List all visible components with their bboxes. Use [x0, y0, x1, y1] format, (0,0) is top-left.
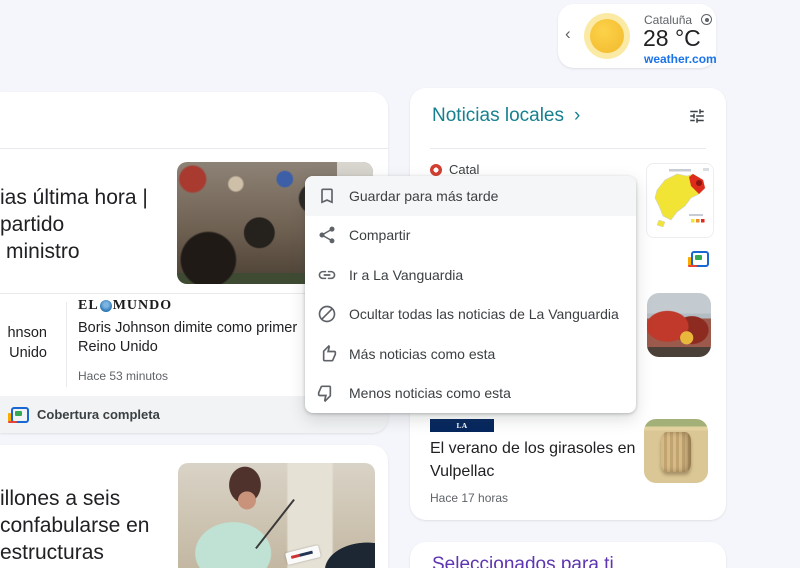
article-thumbnail-speaker[interactable]	[178, 463, 375, 568]
divider	[0, 148, 388, 149]
selected-for-you-card: Seleccionados para ti	[410, 542, 726, 568]
divider	[430, 148, 706, 149]
source-fragment: Catal	[449, 162, 480, 177]
article-thumbnail-haybale[interactable]	[644, 419, 708, 483]
link-icon	[318, 270, 336, 279]
sun-icon	[584, 13, 630, 59]
headline-fragment[interactable]: ministro	[6, 238, 80, 265]
globe-icon	[99, 300, 112, 312]
headline-fragment[interactable]: confabularse en	[0, 512, 149, 539]
microphone-flag-shape	[285, 545, 321, 565]
full-coverage-icon	[8, 407, 29, 423]
weather-source-link[interactable]: weather.com	[644, 52, 717, 66]
local-article-headline[interactable]: El verano de los girasoles en Vulpellac	[430, 437, 635, 483]
tune-icon[interactable]	[688, 107, 706, 125]
related-article-headline[interactable]: Boris Johnson dimite como primer Reino U…	[78, 319, 297, 357]
weather-temperature: 28 °C	[643, 25, 701, 51]
thumb-down-icon	[317, 385, 332, 403]
source-favicon	[430, 163, 442, 176]
block-icon	[318, 305, 336, 323]
hidden-news-source-row[interactable]: Catal	[430, 162, 479, 177]
menu-item-hide-source[interactable]: Ocultar todas las noticias de La Vanguar…	[305, 295, 636, 335]
article-timestamp: Hace 53 minutos	[78, 369, 169, 383]
weather-widget[interactable]: ‹ Cataluña 28 °C weather.com	[558, 4, 717, 68]
weather-prev-button[interactable]: ‹	[565, 24, 571, 44]
elmundo-logo: EL MUNDO	[78, 298, 173, 313]
full-coverage-label: Cobertura completa	[37, 407, 160, 422]
hay-bale-shape	[661, 432, 691, 472]
full-coverage-icon[interactable]	[688, 251, 709, 267]
headline-fragment[interactable]: partido	[0, 211, 64, 238]
bookmark-icon	[321, 188, 333, 204]
article-thumbnail-map[interactable]	[646, 163, 714, 238]
related-article-fragment[interactable]: hnson Unido	[0, 323, 47, 363]
google-news-page: ‹ Cataluña 28 °C weather.com ias última …	[0, 0, 800, 568]
my-location-icon[interactable]	[701, 14, 712, 25]
menu-item-share[interactable]: Compartir	[305, 216, 636, 256]
local-news-header[interactable]: Noticias locales ›	[432, 105, 580, 127]
lavanguardia-logo: LA VANGUARDIA	[430, 419, 494, 443]
article-thumbnail-truck[interactable]	[647, 293, 711, 357]
headlines-card-2: illones a seis confabularse en estructur…	[0, 445, 388, 568]
selected-for-you-header[interactable]: Seleccionados para ti	[432, 554, 614, 568]
menu-item-save[interactable]: Guardar para más tarde	[305, 176, 636, 216]
article-context-menu: Guardar para más tarde Compartir Ir a La…	[305, 176, 636, 413]
divider	[66, 302, 67, 387]
menu-item-more-like-this[interactable]: Más noticias como esta	[305, 334, 636, 374]
share-icon	[319, 226, 335, 244]
menu-item-goto-source[interactable]: Ir a La Vanguardia	[305, 255, 636, 295]
article-timestamp: Hace 17 horas	[430, 491, 509, 505]
thumb-up-icon	[322, 344, 337, 362]
chevron-right-icon: ›	[574, 105, 581, 126]
headline-fragment[interactable]: estructuras	[0, 539, 104, 566]
menu-item-fewer-like-this[interactable]: Menos noticias como esta	[305, 374, 636, 414]
microphone-shape	[255, 498, 295, 550]
headline-fragment[interactable]: ias última hora |	[0, 184, 148, 211]
headline-fragment[interactable]: illones a seis	[0, 485, 120, 512]
